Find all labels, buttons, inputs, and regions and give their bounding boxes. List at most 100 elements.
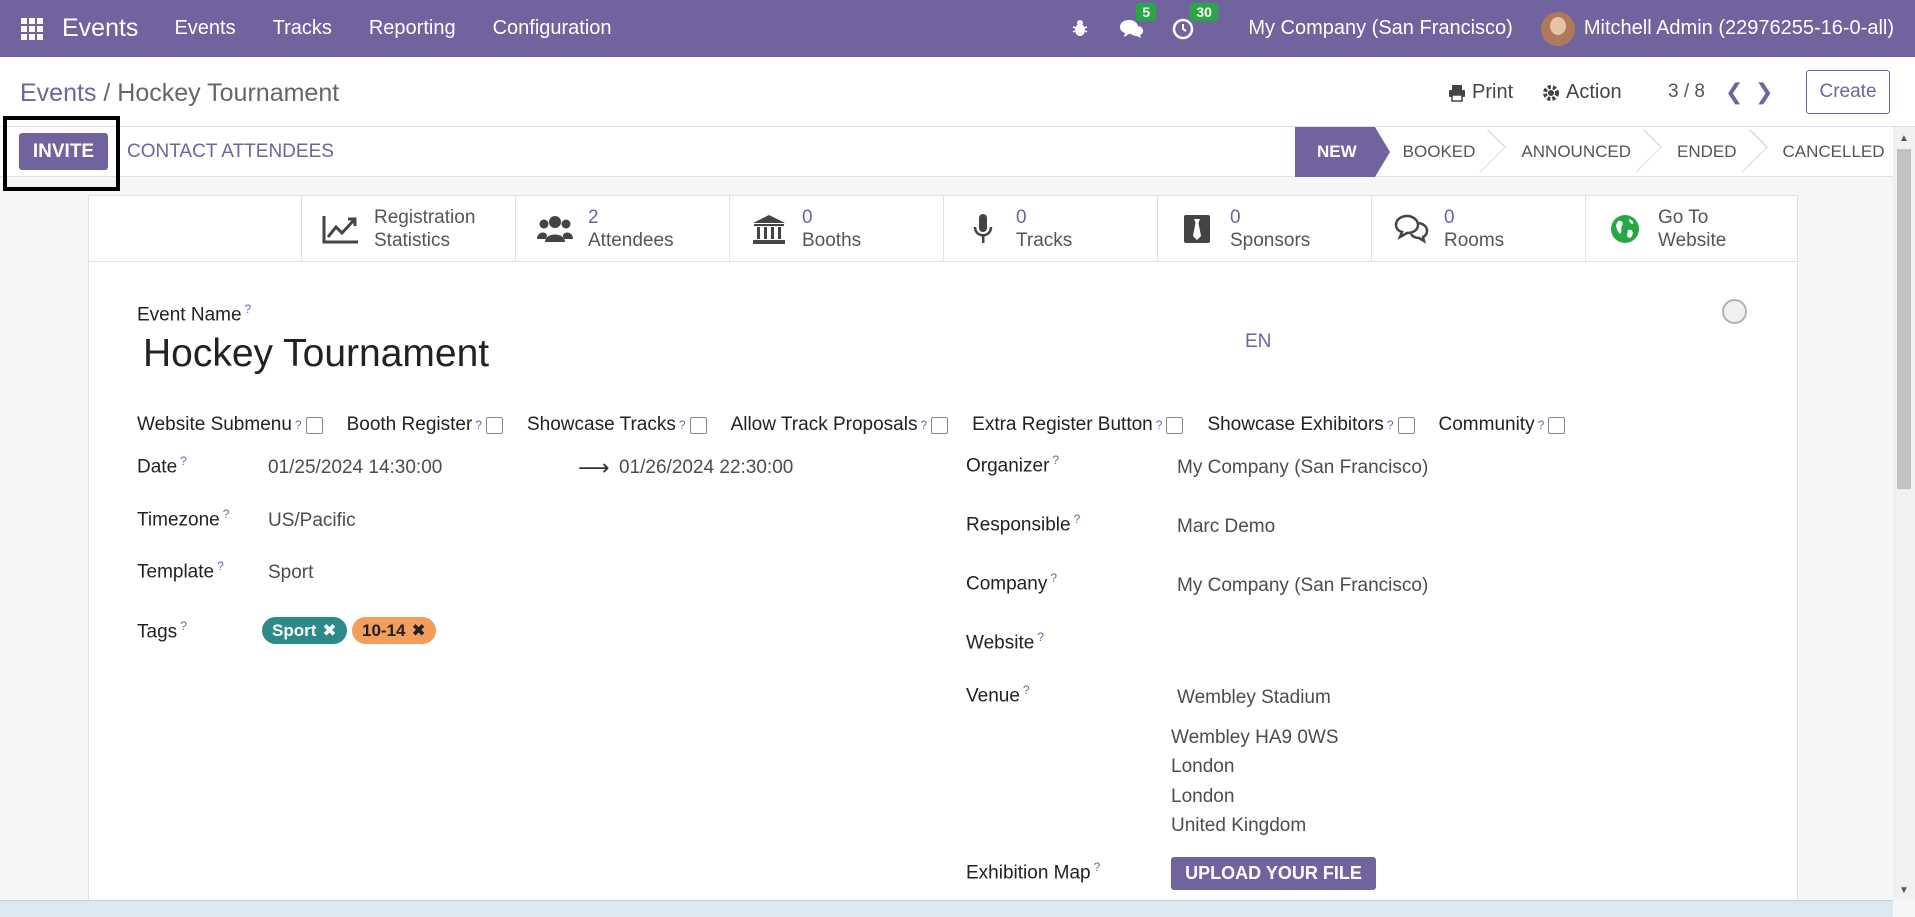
- gear-icon: [1543, 84, 1559, 101]
- registration-statistics-button[interactable]: Registration Statistics: [301, 196, 515, 262]
- date-end-input[interactable]: 01/26/2024 22:30:00: [619, 457, 793, 479]
- tag-remove-icon[interactable]: ✖: [411, 621, 425, 641]
- activities-count-badge: 30: [1190, 2, 1218, 21]
- vertical-scrollbar[interactable]: ▲ ▼: [1893, 127, 1915, 900]
- organizer-label: Organizer?: [966, 453, 1060, 477]
- company-input[interactable]: My Company (San Francisco): [1177, 575, 1428, 597]
- app-name[interactable]: Events: [62, 14, 138, 43]
- rooms-button[interactable]: 0 Rooms: [1371, 196, 1585, 262]
- timezone-select[interactable]: US/Pacific: [268, 510, 356, 532]
- sponsors-button[interactable]: 0 Sponsors: [1157, 196, 1371, 262]
- showcase-exhibitors-checkbox[interactable]: [1397, 416, 1415, 434]
- stage-new-label: NEW: [1317, 142, 1357, 161]
- venue-label: Venue?: [966, 683, 1030, 707]
- stage-announced-label: ANNOUNCED: [1521, 142, 1631, 161]
- template-input[interactable]: Sport: [268, 562, 313, 584]
- tag-age-range: 10-14 ✖: [352, 617, 436, 644]
- venue-address-line: Wembley HA9 0WS: [1171, 727, 1339, 748]
- website-submenu-checkbox[interactable]: [305, 416, 323, 434]
- website-submenu-option: Website Submenu?: [137, 414, 323, 436]
- booths-label: Booths: [802, 230, 862, 251]
- go-to-website-button[interactable]: Go To Website: [1585, 196, 1799, 262]
- responsible-input[interactable]: Marc Demo: [1177, 516, 1275, 538]
- stage-ended[interactable]: ENDED: [1649, 127, 1768, 177]
- user-avatar[interactable]: [1540, 11, 1575, 46]
- breadcrumb-events[interactable]: Events: [20, 79, 96, 107]
- community-option: Community?: [1439, 414, 1566, 436]
- sponsors-count: 0: [1230, 207, 1241, 228]
- attendees-count: 2: [588, 207, 599, 228]
- pager-previous-icon[interactable]: ❮: [1725, 79, 1743, 105]
- rooms-label: Rooms: [1444, 230, 1505, 251]
- globe-icon: [1606, 214, 1644, 244]
- attendees-button[interactable]: 2 Attendees: [515, 196, 729, 262]
- printer-icon: [1449, 84, 1465, 102]
- tracks-button[interactable]: 0 Tracks: [943, 196, 1157, 262]
- venue-input[interactable]: Wembley Stadium: [1177, 687, 1331, 709]
- tie-icon: [1178, 214, 1216, 244]
- breadcrumb: Events / Hockey Tournament: [20, 79, 339, 108]
- apps-menu-icon[interactable]: [21, 17, 43, 40]
- scroll-down-icon[interactable]: ▼: [1899, 885, 1909, 896]
- booth-register-option: Booth Register?: [347, 414, 503, 436]
- stage-booked[interactable]: BOOKED: [1375, 127, 1507, 177]
- registration-statistics-top: Registration: [374, 207, 476, 228]
- event-name-label: Event Name?: [137, 302, 252, 326]
- invite-button[interactable]: INVITE: [19, 133, 108, 170]
- form-sheet: Registration Statistics 2 Attendees 0 Booth…: [88, 195, 1799, 917]
- chat-icon: [1392, 214, 1430, 244]
- language-toggle[interactable]: EN: [1245, 331, 1271, 353]
- extra-register-button-option: Extra Register Button?: [972, 414, 1184, 436]
- create-button[interactable]: Create: [1806, 70, 1890, 114]
- control-panel: Events / Hockey Tournament Print Action …: [0, 57, 1915, 127]
- scroll-thumb[interactable]: [1897, 149, 1911, 489]
- action-button[interactable]: Action: [1542, 81, 1622, 104]
- showcase-exhibitors-option: Showcase Exhibitors?: [1207, 414, 1415, 436]
- stage-announced[interactable]: ANNOUNCED: [1493, 127, 1662, 177]
- sponsors-label: Sponsors: [1230, 230, 1311, 251]
- menu-configuration[interactable]: Configuration: [493, 17, 612, 40]
- rooms-count: 0: [1444, 207, 1455, 228]
- messages-icon[interactable]: 5: [1118, 2, 1157, 40]
- menu-tracks[interactable]: Tracks: [273, 17, 332, 40]
- bug-icon[interactable]: [1070, 19, 1090, 39]
- allow-track-proposals-option: Allow Track Proposals?: [731, 414, 949, 436]
- company-switcher[interactable]: My Company (San Francisco): [1248, 17, 1513, 40]
- showcase-tracks-checkbox[interactable]: [689, 416, 707, 434]
- menu-events[interactable]: Events: [174, 17, 235, 40]
- exhibition-map-label: Exhibition Map?: [966, 860, 1101, 884]
- color-picker-circle[interactable]: [1722, 299, 1747, 324]
- website-options-row: Website Submenu? Booth Register? Showcas…: [137, 414, 1589, 436]
- print-button[interactable]: Print: [1448, 81, 1513, 104]
- stage-cancelled[interactable]: CANCELLED: [1755, 127, 1903, 177]
- pager-next-icon[interactable]: ❯: [1755, 79, 1773, 105]
- community-checkbox[interactable]: [1548, 416, 1566, 434]
- contact-attendees-button[interactable]: CONTACT ATTENDEES: [127, 141, 334, 163]
- date-begin-input[interactable]: 01/25/2024 14:30:00: [268, 457, 442, 479]
- menu-reporting[interactable]: Reporting: [369, 17, 456, 40]
- date-label: Date?: [137, 454, 187, 478]
- upload-file-button[interactable]: UPLOAD YOUR FILE: [1171, 857, 1376, 890]
- microphone-icon: [964, 213, 1002, 245]
- go-to-website-top: Go To: [1658, 207, 1709, 228]
- booth-register-checkbox[interactable]: [485, 416, 503, 434]
- extra-register-button-checkbox[interactable]: [1166, 416, 1184, 434]
- tag-remove-icon[interactable]: ✖: [322, 621, 336, 641]
- help-tooltip-icon[interactable]: ?: [245, 302, 252, 316]
- print-label: Print: [1472, 81, 1514, 103]
- booths-button[interactable]: 0 Booths: [729, 196, 943, 262]
- main-menu: Events Tracks Reporting Configuration: [174, 17, 648, 40]
- scroll-up-icon[interactable]: ▲: [1899, 133, 1909, 144]
- user-menu[interactable]: Mitchell Admin (22976255-16-0-all): [1584, 17, 1894, 40]
- messages-count-badge: 5: [1136, 2, 1157, 21]
- venue-address-line: London: [1171, 756, 1235, 777]
- activity-clock-icon[interactable]: 30: [1172, 2, 1218, 40]
- website-label: Website?: [966, 630, 1044, 654]
- event-name-input[interactable]: Hockey Tournament: [143, 332, 489, 376]
- stage-new[interactable]: NEW: [1295, 127, 1390, 177]
- pager-value[interactable]: 3 / 8: [1668, 81, 1705, 103]
- organizer-input[interactable]: My Company (San Francisco): [1177, 457, 1428, 479]
- allow-track-proposals-checkbox[interactable]: [931, 416, 949, 434]
- action-label: Action: [1566, 81, 1622, 103]
- attendees-label: Attendees: [588, 230, 674, 251]
